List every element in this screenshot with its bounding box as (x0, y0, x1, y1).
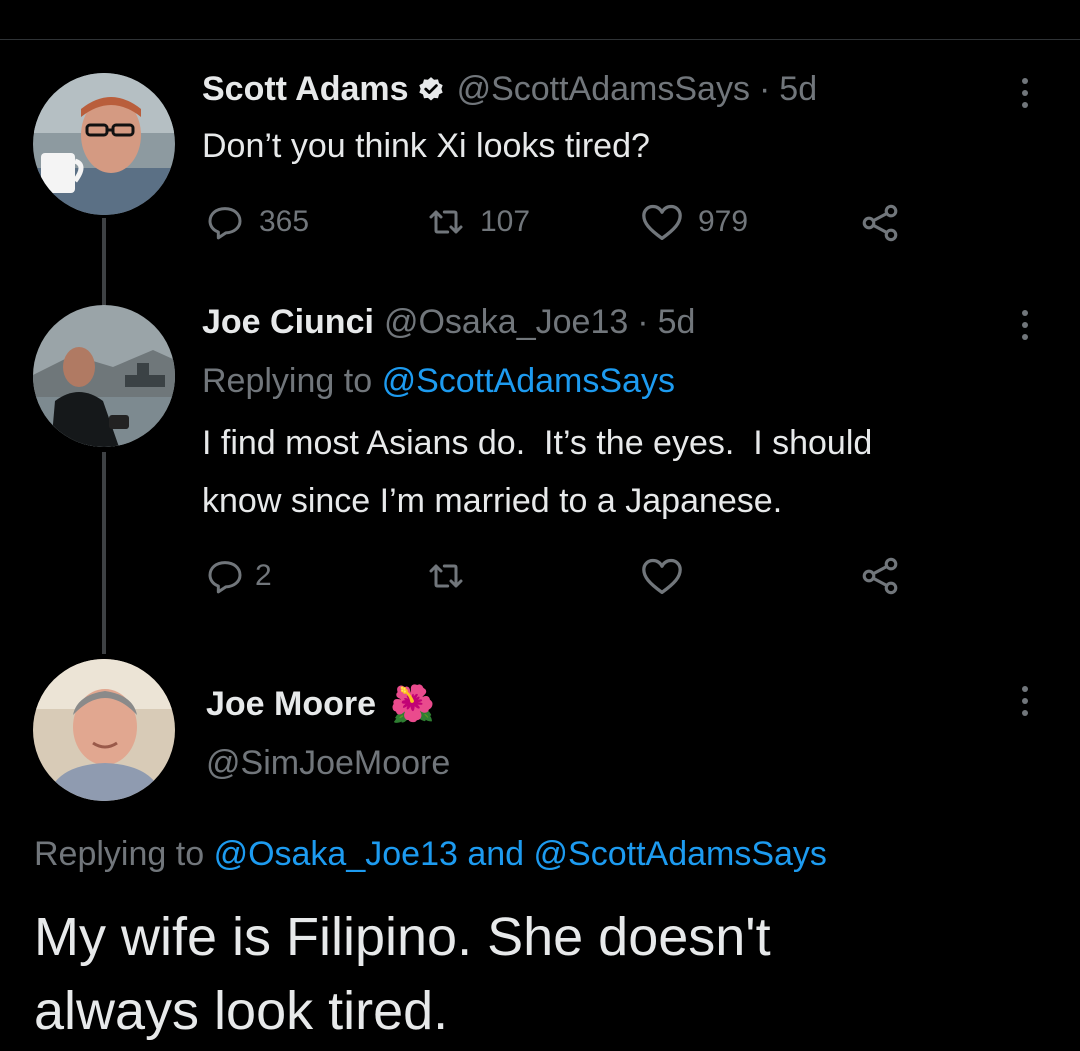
share-icon (862, 204, 898, 242)
reply-button[interactable]: 2 (205, 556, 272, 596)
like-icon (642, 204, 682, 240)
share-icon (862, 557, 898, 595)
mention-link[interactable]: @ScottAdamsSays (534, 835, 827, 873)
separator-dot: · (637, 303, 649, 341)
replying-to-label: Replying to (34, 835, 205, 873)
retweet-count: 107 (480, 205, 531, 238)
like-icon (642, 558, 682, 594)
avatar[interactable] (33, 73, 175, 215)
tweet-text-line: I find most Asians do. It’s the eyes. I … (202, 424, 873, 462)
handle[interactable]: @ScottAdamsSays (457, 70, 750, 109)
retweet-button[interactable] (426, 556, 466, 596)
replying-to: Replying to @Osaka_Joe13 and @ScottAdams… (34, 835, 827, 874)
retweet-button[interactable]: 107 (426, 202, 530, 242)
verified-badge-icon (417, 76, 445, 104)
top-divider (0, 39, 1080, 40)
reply-icon (208, 207, 242, 240)
share-button[interactable] (858, 201, 902, 245)
thread-connector (102, 218, 106, 306)
avatar[interactable] (33, 305, 175, 447)
display-name[interactable]: Joe Ciunci (202, 303, 374, 342)
more-icon[interactable] (1016, 78, 1034, 108)
handle[interactable]: @SimJoeMoore (206, 744, 450, 783)
reply-count: 365 (259, 205, 310, 238)
display-name[interactable]: Scott Adams (202, 70, 409, 109)
tweet-text: My wife is Filipino. She doesn't always … (34, 900, 1054, 1048)
like-button[interactable]: 979 (640, 202, 748, 242)
more-icon[interactable] (1016, 310, 1034, 340)
timestamp[interactable]: 5d (658, 303, 696, 342)
reply-count: 2 (255, 559, 272, 592)
tweet-header: Joe Ciunci @Osaka_Joe13 · 5d (202, 303, 695, 342)
replying-to: Replying to @ScottAdamsSays (202, 362, 675, 401)
tweet-text-line: know since I’m married to a Japanese. (202, 482, 783, 520)
thread-connector (102, 452, 106, 654)
separator-dot: · (758, 70, 771, 108)
replying-to-label: Replying to (202, 362, 373, 400)
hibiscus-emoji: 🌺 (390, 683, 435, 724)
retweet-icon (429, 210, 463, 234)
tweet-text: I find most Asians do. It’s the eyes. I … (202, 414, 872, 530)
like-count: 979 (698, 205, 749, 238)
mention-link[interactable]: @ScottAdamsSays (382, 362, 675, 400)
tweet-header: Scott Adams @ScottAdamsSays · 5d (202, 70, 817, 109)
mention-link[interactable]: @Osaka_Joe13 (214, 835, 458, 873)
share-button[interactable] (858, 554, 902, 598)
tweet-text-line: always look tired. (34, 981, 449, 1041)
reply-button[interactable]: 365 (205, 202, 309, 242)
more-icon[interactable] (1016, 686, 1034, 716)
reply-icon (208, 561, 242, 594)
handle[interactable]: @Osaka_Joe13 (384, 303, 628, 342)
avatar[interactable] (33, 659, 175, 801)
tweet-text: Don’t you think Xi looks tired? (202, 127, 650, 165)
replying-and[interactable]: and (467, 835, 524, 873)
tweet-text-line: My wife is Filipino. She doesn't (34, 907, 771, 967)
timestamp[interactable]: 5d (779, 70, 817, 109)
tweet-header: Joe Moore 🌺 (206, 683, 435, 725)
display-name[interactable]: Joe Moore (206, 685, 376, 724)
like-button[interactable] (640, 556, 684, 596)
retweet-icon (429, 564, 463, 588)
